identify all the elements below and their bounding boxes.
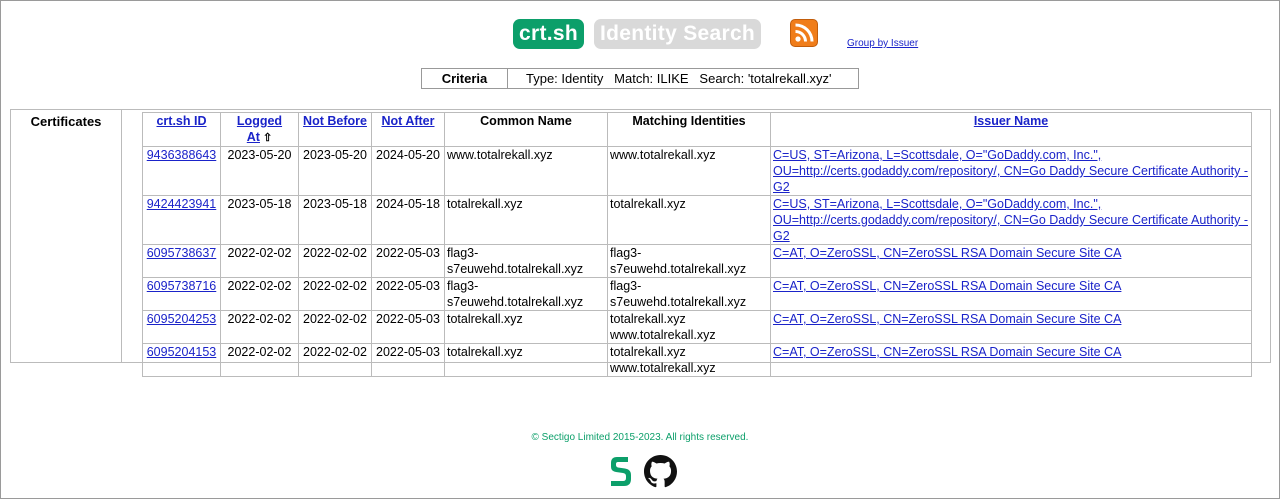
criteria-box: Criteria Type: Identity Match: ILIKE Sea…	[421, 68, 859, 89]
table-row: 6095204153 2022-02-02 2022-02-02 2022-05…	[142, 343, 1252, 377]
cert-id-link[interactable]: 6095738716	[147, 279, 217, 293]
not-after-cell: 2022-05-03	[371, 310, 445, 344]
certificates-label: Certificates	[11, 110, 122, 362]
logged-at-cell: 2022-02-02	[220, 277, 299, 311]
not-before-cell: 2022-02-02	[298, 244, 372, 278]
column-header-matching-identities: Matching Identities	[607, 112, 771, 147]
logged-at-cell: 2023-05-20	[220, 146, 299, 196]
sort-by-not-before-link[interactable]: Not Before	[303, 114, 367, 128]
issuer-link[interactable]: C=AT, O=ZeroSSL, CN=ZeroSSL RSA Domain S…	[773, 345, 1121, 359]
not-after-cell: 2024-05-20	[371, 146, 445, 196]
logged-at-cell: 2022-02-02	[220, 343, 299, 377]
issuer-link[interactable]: C=AT, O=ZeroSSL, CN=ZeroSSL RSA Domain S…	[773, 312, 1121, 326]
not-after-cell: 2022-05-03	[371, 244, 445, 278]
cert-id-link[interactable]: 6095204153	[147, 345, 217, 359]
sort-by-issuer-link[interactable]: Issuer Name	[974, 114, 1048, 128]
rss-feed-icon[interactable]	[790, 19, 818, 47]
not-before-cell: 2022-02-02	[298, 277, 372, 311]
not-before-cell: 2023-05-20	[298, 146, 372, 196]
matching-identities-cell: totalrekall.xyz	[607, 195, 771, 245]
criteria-label: Criteria	[422, 69, 508, 88]
table-row: 9436388643 2023-05-20 2023-05-20 2024-05…	[142, 146, 1252, 196]
matching-identities-cell: flag3-s7euwehd.totalrekall.xyz	[607, 277, 771, 311]
sort-arrow-icon: ⇧	[262, 132, 273, 144]
matching-identities-cell: totalrekall.xyz www.totalrekall.xyz	[607, 310, 771, 344]
logged-at-cell: 2023-05-18	[220, 195, 299, 245]
crtsh-logo[interactable]: crt.sh	[513, 19, 584, 49]
group-by-issuer-link[interactable]: Group by Issuer	[847, 38, 918, 49]
not-before-cell: 2022-02-02	[298, 310, 372, 344]
github-icon[interactable]	[644, 455, 677, 488]
matching-identities-cell: www.totalrekall.xyz	[607, 146, 771, 196]
matching-identities-cell: flag3-s7euwehd.totalrekall.xyz	[607, 244, 771, 278]
table-row: 6095738637 2022-02-02 2022-02-02 2022-05…	[142, 244, 1252, 278]
column-header-crtsh-id[interactable]: crt.sh ID	[142, 112, 221, 147]
page-title: Identity Search	[594, 19, 762, 49]
logged-at-cell: 2022-02-02	[220, 244, 299, 278]
table-header-row: crt.sh ID Logged At ⇧ Not Before Not Afte…	[142, 112, 1252, 147]
cert-id-link[interactable]: 9424423941	[147, 197, 217, 211]
certificates-section: Certificates crt.sh ID Logged At ⇧ Not Be…	[10, 109, 1271, 377]
common-name-cell: totalrekall.xyz	[444, 195, 608, 245]
logged-at-cell: 2022-02-02	[220, 310, 299, 344]
common-name-cell: www.totalrekall.xyz	[444, 146, 608, 196]
criteria-text: Type: Identity Match: ILIKE Search: 'tot…	[526, 71, 832, 86]
common-name-cell: flag3-s7euwehd.totalrekall.xyz	[444, 277, 608, 311]
not-after-cell: 2022-05-03	[371, 277, 445, 311]
not-before-cell: 2023-05-18	[298, 195, 372, 245]
cert-id-link[interactable]: 9436388643	[147, 148, 217, 162]
not-after-cell: 2022-05-03	[371, 343, 445, 377]
cert-id-link[interactable]: 6095738637	[147, 246, 217, 260]
matching-identities-cell: totalrekall.xyz www.totalrekall.xyz	[607, 343, 771, 377]
column-header-not-before[interactable]: Not Before	[298, 112, 372, 147]
column-header-not-after[interactable]: Not After	[371, 112, 445, 147]
sort-by-id-link[interactable]: crt.sh ID	[156, 114, 206, 128]
column-header-common-name: Common Name	[444, 112, 608, 147]
issuer-link[interactable]: C=US, ST=Arizona, L=Scottsdale, O="GoDad…	[773, 148, 1248, 194]
issuer-link[interactable]: C=AT, O=ZeroSSL, CN=ZeroSSL RSA Domain S…	[773, 246, 1121, 260]
column-header-logged-at[interactable]: Logged At ⇧	[220, 112, 299, 147]
table-row: 6095204253 2022-02-02 2022-02-02 2022-05…	[142, 310, 1252, 344]
not-after-cell: 2024-05-18	[371, 195, 445, 245]
column-header-issuer-name[interactable]: Issuer Name	[770, 112, 1252, 147]
common-name-cell: totalrekall.xyz	[444, 343, 608, 377]
issuer-link[interactable]: C=AT, O=ZeroSSL, CN=ZeroSSL RSA Domain S…	[773, 279, 1121, 293]
issuer-link[interactable]: C=US, ST=Arizona, L=Scottsdale, O="GoDad…	[773, 197, 1248, 243]
sort-by-not-after-link[interactable]: Not After	[381, 114, 434, 128]
table-row: 6095738716 2022-02-02 2022-02-02 2022-05…	[142, 277, 1252, 311]
copyright-text: © Sectigo Limited 2015-2023. All rights …	[531, 432, 749, 443]
common-name-cell: totalrekall.xyz	[444, 310, 608, 344]
certificates-table: crt.sh ID Logged At ⇧ Not Before Not Afte…	[142, 112, 1252, 377]
table-row: 9424423941 2023-05-18 2023-05-18 2024-05…	[142, 195, 1252, 245]
sort-by-logged-at-link[interactable]: Logged At	[237, 114, 282, 144]
header: crt.sh Identity Search Group by Issuer	[1, 18, 1279, 52]
not-before-cell: 2022-02-02	[298, 343, 372, 377]
cert-id-link[interactable]: 6095204253	[147, 312, 217, 326]
common-name-cell: flag3-s7euwehd.totalrekall.xyz	[444, 244, 608, 278]
sectigo-logo-icon[interactable]	[608, 455, 634, 488]
